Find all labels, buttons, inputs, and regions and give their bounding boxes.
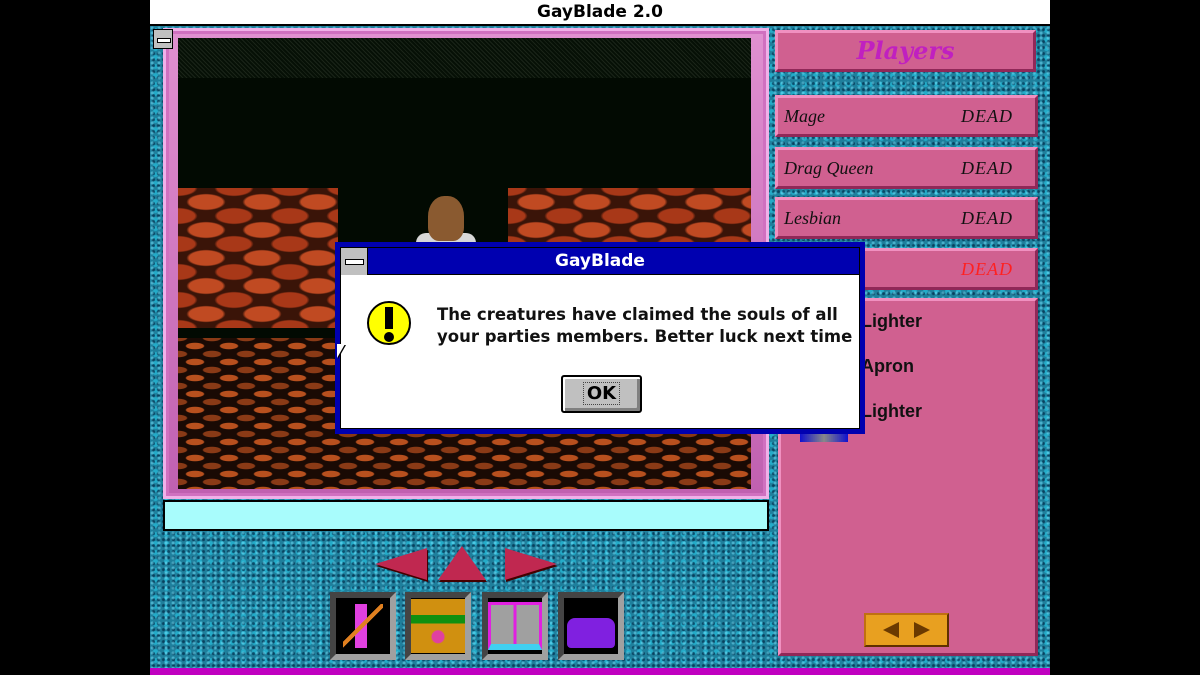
next-arrow-icon[interactable]: [913, 622, 930, 638]
ceiling: [178, 38, 751, 78]
message-dialog: GayBlade The creatures have claimed the …: [335, 242, 865, 434]
item-label[interactable]: Apron: [861, 356, 914, 377]
player-name: Mage: [784, 105, 825, 126]
inventory-button[interactable]: [558, 592, 624, 660]
prev-arrow-icon[interactable]: [883, 622, 900, 638]
turn-right-arrow-icon[interactable]: [505, 548, 557, 580]
dialog-message: The creatures have claimed the souls of …: [437, 305, 853, 346]
left-wall: [178, 188, 338, 328]
window-title: GayBlade 2.0: [150, 0, 1050, 26]
player-status: DEAD: [961, 105, 1013, 126]
item-label[interactable]: Lighter: [861, 401, 922, 422]
ok-button[interactable]: OK: [561, 375, 642, 413]
player-status: DEAD: [961, 207, 1013, 228]
purse-sword-icon: [567, 618, 615, 648]
exclamation-icon: [367, 301, 411, 345]
player-row[interactable]: Mage DEAD: [775, 95, 1038, 137]
mouse-cursor-icon: [337, 344, 345, 358]
character-button[interactable]: [405, 592, 471, 660]
message-bar: [163, 500, 769, 531]
player-status: DEAD: [961, 258, 1013, 279]
spellbook-button[interactable]: [482, 592, 548, 660]
player-status: DEAD: [961, 157, 1013, 178]
turn-left-arrow-icon[interactable]: [375, 548, 427, 580]
book-icon: [488, 602, 542, 650]
player-name: Lesbian: [784, 207, 842, 228]
players-header: Players: [775, 30, 1036, 72]
player-name: Drag Queen: [784, 157, 874, 178]
use-item-button[interactable]: [330, 592, 396, 660]
ok-label: OK: [582, 382, 621, 405]
dialog-system-menu-button[interactable]: [341, 248, 368, 275]
system-menu-button[interactable]: [153, 29, 173, 49]
player-row[interactable]: Drag Queen DEAD: [775, 147, 1038, 189]
dialog-title: GayBlade: [341, 248, 859, 275]
sunglasses-face-icon: [411, 599, 465, 653]
creature[interactable]: [428, 196, 464, 241]
player-row[interactable]: Lesbian DEAD: [775, 197, 1038, 239]
bottom-strip: [150, 668, 1050, 675]
spray-sword-icon: [343, 604, 383, 648]
move-forward-arrow-icon[interactable]: [438, 546, 486, 580]
item-label[interactable]: Lighter: [861, 311, 922, 332]
item-page-nav[interactable]: [864, 613, 949, 647]
